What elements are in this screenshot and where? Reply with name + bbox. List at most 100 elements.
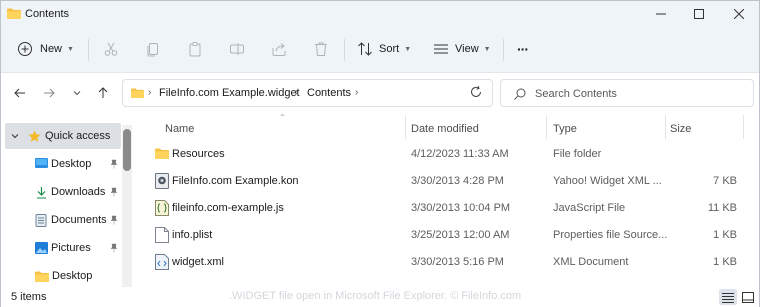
- column-header-size[interactable]: Size: [670, 117, 691, 141]
- file-size: 1 KB: [713, 229, 737, 241]
- view-label: View: [455, 43, 479, 55]
- item-count: 5 items: [11, 291, 47, 303]
- file-size: 11 KB: [707, 202, 737, 214]
- maximize-button[interactable]: [677, 1, 721, 27]
- file-date: 3/30/2013 4:28 PM: [411, 175, 504, 187]
- pin-icon: [110, 159, 118, 169]
- preview-view-button[interactable]: [739, 289, 757, 305]
- view-button[interactable]: View ▼: [433, 37, 491, 61]
- up-button[interactable]: [93, 83, 113, 103]
- file-row[interactable]: info.plist 3/25/2013 12:00 AM Properties…: [151, 223, 757, 249]
- kon-file-icon: [155, 173, 169, 189]
- file-name: Resources: [172, 148, 225, 160]
- chevron-right-icon: ›: [295, 87, 299, 98]
- file-type: File folder: [553, 148, 602, 160]
- js-file-icon: [155, 200, 169, 216]
- nav-scrollbar[interactable]: [122, 125, 132, 287]
- more-options-button[interactable]: ···: [517, 37, 529, 61]
- delete-button[interactable]: [313, 37, 329, 61]
- chevron-right-icon: ›: [148, 87, 152, 98]
- details-view-button[interactable]: [719, 289, 737, 305]
- file-row[interactable]: Resources 4/12/2023 11:33 AM File folder: [151, 142, 757, 168]
- back-button[interactable]: [10, 83, 30, 103]
- forward-button[interactable]: [39, 83, 59, 103]
- new-button[interactable]: New ▼: [17, 37, 74, 61]
- clipboard-icon: [189, 42, 201, 57]
- navigation-pane: Quick access Desktop Downloads Documents: [1, 113, 135, 287]
- nav-label: Downloads: [51, 186, 106, 198]
- arrow-right-icon: [44, 88, 55, 98]
- nav-label: Desktop: [52, 270, 93, 282]
- navigation-row: › FileInfo.com Example.widget › Contents…: [1, 73, 759, 113]
- file-name: FileInfo.com Example.kon: [172, 175, 299, 187]
- file-type: JavaScript File: [553, 202, 626, 214]
- download-icon: [37, 186, 46, 198]
- chevron-down-icon: ▼: [483, 45, 491, 53]
- chevron-down-icon: ▼: [67, 45, 74, 53]
- sort-icon: [358, 42, 372, 56]
- nav-item-documents[interactable]: Documents: [5, 207, 121, 233]
- breadcrumb-segment[interactable]: Contents: [307, 87, 351, 99]
- file-row[interactable]: fileinfo.com-example.js 3/30/2013 10:04 …: [151, 196, 757, 222]
- pin-icon: [110, 243, 118, 253]
- scrollbar-thumb[interactable]: [123, 129, 131, 171]
- close-button[interactable]: [717, 1, 760, 27]
- pin-icon: [110, 187, 118, 197]
- column-divider[interactable]: [665, 115, 666, 139]
- trash-icon: [315, 42, 327, 56]
- file-row[interactable]: FileInfo.com Example.kon 3/30/2013 4:28 …: [151, 169, 757, 195]
- minimize-icon: [656, 13, 666, 15]
- plist-file-icon: [155, 227, 169, 243]
- file-type: Yahoo! Widget XML ...: [553, 175, 662, 187]
- nav-item-desktop-folder[interactable]: Desktop: [5, 263, 121, 289]
- rename-button[interactable]: [229, 37, 245, 61]
- column-header-date[interactable]: Date modified: [411, 117, 479, 141]
- nav-label: Quick access: [45, 130, 111, 142]
- refresh-button[interactable]: [469, 85, 487, 103]
- nav-item-desktop[interactable]: Desktop: [5, 151, 121, 177]
- document-icon: [35, 213, 47, 227]
- column-divider[interactable]: [546, 115, 547, 139]
- file-size: 1 KB: [713, 256, 737, 268]
- divider: [503, 39, 504, 61]
- folder-icon: [35, 271, 49, 282]
- folder-icon: [155, 148, 169, 159]
- pin-icon: [110, 215, 118, 225]
- nav-label: Pictures: [51, 242, 91, 254]
- sort-label: Sort: [379, 43, 400, 55]
- search-input[interactable]: [535, 86, 735, 102]
- nav-item-pictures[interactable]: Pictures: [5, 235, 121, 261]
- file-name: info.plist: [172, 229, 213, 241]
- cut-button[interactable]: [103, 37, 119, 61]
- sort-ascending-icon: ⌃: [279, 113, 286, 122]
- title-bar: Contents: [1, 1, 759, 27]
- search-box[interactable]: [500, 79, 754, 107]
- nav-item-quick-access[interactable]: Quick access: [5, 123, 121, 149]
- xml-file-icon: [155, 254, 169, 270]
- file-date: 3/25/2013 12:00 AM: [411, 229, 510, 241]
- refresh-icon: [471, 85, 481, 97]
- column-header-type[interactable]: Type: [553, 117, 577, 141]
- paste-button[interactable]: [187, 37, 203, 61]
- copy-button[interactable]: [145, 37, 161, 61]
- recent-locations-button[interactable]: [67, 83, 87, 103]
- arrow-up-icon: [98, 87, 108, 98]
- file-date: 3/30/2013 10:04 PM: [411, 202, 511, 214]
- column-divider[interactable]: [405, 115, 406, 139]
- scissors-icon: [104, 42, 118, 56]
- file-date: 4/12/2023 11:33 AM: [411, 148, 509, 160]
- nav-item-downloads[interactable]: Downloads: [5, 179, 121, 205]
- close-icon: [734, 9, 744, 19]
- column-header-name[interactable]: Name: [165, 117, 194, 141]
- column-divider[interactable]: [743, 115, 744, 139]
- file-size: 7 KB: [713, 175, 737, 187]
- more-icon: ···: [517, 41, 529, 57]
- nav-label: Documents: [51, 214, 107, 226]
- sort-button[interactable]: Sort ▼: [357, 37, 411, 61]
- address-bar[interactable]: › FileInfo.com Example.widget › Contents…: [122, 79, 493, 107]
- divider: [344, 39, 345, 61]
- file-row[interactable]: widget.xml 3/30/2013 5:16 PM XML Documen…: [151, 250, 757, 276]
- share-button[interactable]: [271, 37, 287, 61]
- breadcrumb-segment[interactable]: FileInfo.com Example.widget: [159, 87, 300, 99]
- watermark-text: .WIDGET file open in Microsoft File Expl…: [229, 290, 522, 302]
